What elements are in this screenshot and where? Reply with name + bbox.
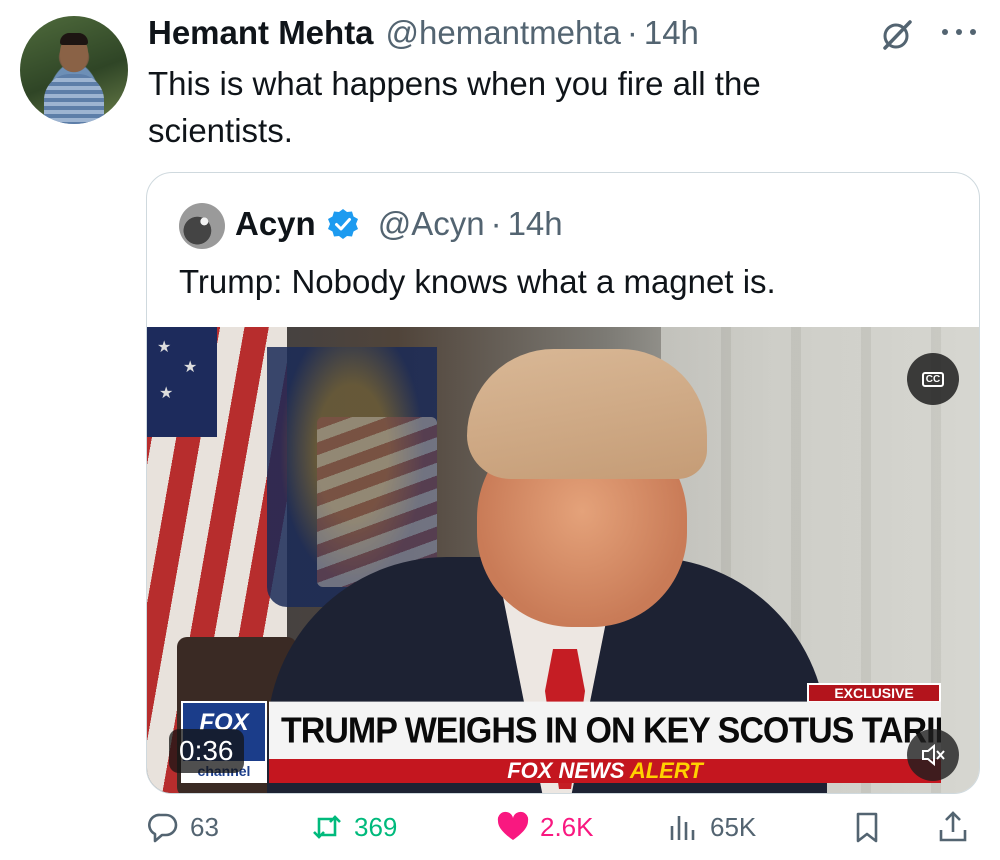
quoted-tweet[interactable]: Acyn @Acyn · 14h Trump: Nobody knows wha…	[146, 172, 980, 794]
chyron-headline: TRUMP WEIGHS IN ON KEY SCOTUS TARIFF CAS…	[269, 701, 941, 761]
quote-header: Acyn @Acyn · 14h	[235, 205, 563, 243]
like-button[interactable]: 2.6K	[496, 810, 594, 844]
verified-badge-icon	[327, 209, 358, 239]
quote-author-handle[interactable]: @Acyn	[378, 205, 485, 243]
meta-separator: ·	[626, 14, 638, 51]
mute-button[interactable]	[907, 729, 959, 781]
video-hair	[467, 349, 707, 479]
like-count: 2.6K	[540, 811, 594, 842]
tweet-actions-bar: 63 369 2.6K 65K	[146, 810, 980, 854]
quote-author-name[interactable]: Acyn	[235, 205, 316, 243]
chyron-exclusive-tag: EXCLUSIVE	[807, 683, 941, 703]
retweet-count: 369	[354, 811, 398, 842]
share-icon	[939, 811, 967, 842]
reply-button[interactable]: 63	[146, 810, 219, 844]
grok-icon[interactable]	[880, 18, 914, 52]
retweet-button[interactable]: 369	[310, 810, 397, 844]
quote-meta-separator: ·	[490, 205, 502, 242]
video-player[interactable]: ★ ★ ★ CC EXCLUSIVE TRUMP WEIGHS IN ON KEY …	[147, 327, 979, 793]
retweet-icon	[313, 815, 341, 839]
author-name[interactable]: Hemant Mehta	[148, 14, 374, 52]
share-button[interactable]	[936, 810, 970, 844]
speaker-muted-icon	[922, 743, 945, 767]
video-duration: 0:36	[169, 729, 244, 773]
tweet-meta: @hemantmehta · 14h	[386, 14, 699, 52]
chyron-alert-word: ALERT	[629, 758, 703, 783]
video-flag-canton: ★ ★ ★	[147, 327, 217, 437]
bookmark-button[interactable]	[850, 810, 884, 844]
quote-author-avatar[interactable]	[179, 203, 225, 249]
author-handle[interactable]: @hemantmehta	[386, 14, 621, 52]
quote-text: Trump: Nobody knows what a magnet is.	[179, 263, 776, 300]
views-button[interactable]: 65K	[666, 810, 756, 844]
reply-count: 63	[190, 811, 219, 842]
closed-captions-button[interactable]: CC	[907, 353, 959, 405]
bookmark-icon	[856, 812, 878, 843]
tweet-text: This is what happens when you fire all t…	[148, 65, 761, 149]
views-chart-icon	[670, 816, 695, 840]
tweet-header: Hemant Mehta @hemantmehta · 14h	[148, 14, 699, 52]
heart-filled-icon	[497, 811, 529, 840]
reply-icon	[148, 813, 178, 843]
quote-time[interactable]: 14h	[508, 205, 563, 243]
view-count: 65K	[710, 811, 757, 842]
tweet-time[interactable]: 14h	[644, 14, 699, 52]
chyron-alert-prefix: FOX NEWS	[507, 758, 630, 783]
cc-label: CC	[921, 371, 945, 387]
avatar-hair	[60, 33, 88, 45]
quote-meta: @Acyn · 14h	[378, 205, 563, 243]
avatar-shirt	[44, 74, 104, 124]
author-avatar[interactable]	[20, 16, 128, 124]
chyron-alert-bar: FOX NEWS ALERT	[269, 759, 941, 783]
more-options-icon[interactable]	[936, 22, 982, 42]
